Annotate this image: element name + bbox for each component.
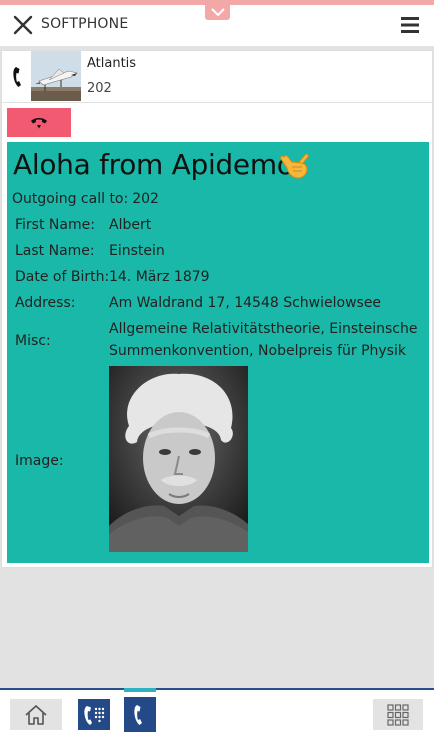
contact-photo [31, 51, 81, 101]
hangup-button[interactable] [7, 108, 71, 137]
active-call-button[interactable] [124, 697, 156, 732]
dialpad-phone-icon [84, 705, 105, 725]
chevron-down-icon [210, 8, 225, 17]
last-name-label: Last Name: [15, 243, 95, 259]
contact-info-card: Aloha from Apidemo Outgoing call to: 202 … [7, 142, 429, 563]
contact-number: 202 [87, 81, 112, 96]
image-label: Image: [15, 453, 64, 469]
hangup-icon [31, 117, 47, 128]
space-shuttle-image [31, 51, 81, 101]
address-label: Address: [15, 295, 76, 311]
contact-portrait-image [109, 366, 248, 552]
first-name-label: First Name: [15, 217, 95, 233]
card-heading: Aloha from Apidemo [13, 148, 294, 181]
first-name-value: Albert [109, 217, 152, 233]
outgoing-number: 202 [132, 191, 159, 207]
call-panel: Atlantis 202 Aloha from Apidemo Outgoing… [1, 50, 433, 568]
contact-name: Atlantis [87, 56, 137, 71]
panel-toggle-handle[interactable] [205, 5, 230, 20]
close-icon[interactable] [12, 14, 34, 36]
misc-label: Misc: [15, 333, 51, 349]
keypad-button[interactable] [373, 699, 423, 730]
outgoing-label: Outgoing call to: [12, 191, 129, 207]
active-call-row[interactable]: Atlantis 202 [2, 51, 432, 103]
home-icon [25, 704, 47, 725]
dialpad-button[interactable] [78, 699, 110, 730]
active-tab-indicator [124, 688, 156, 692]
bottom-nav [0, 688, 434, 740]
last-name-value: Einstein [109, 243, 165, 259]
keypad-grid-icon [387, 703, 409, 726]
app-title: SOFTPHONE [41, 16, 129, 32]
hamburger-menu-icon[interactable] [400, 15, 420, 35]
misc-value: Allgemeine Relativitätstheorie, Einstein… [109, 321, 418, 359]
address-value: Am Waldrand 17, 14548 Schwielowsee [109, 295, 382, 311]
call-me-hand-emoji [280, 153, 309, 179]
phone-icon [13, 67, 21, 87]
outgoing-call-line: Outgoing call to: 202 [12, 191, 159, 207]
home-button[interactable] [10, 699, 62, 730]
phone-icon [134, 704, 142, 725]
dob-label: Date of Birth: [15, 269, 110, 285]
dob-value: 14. März 1879 [109, 269, 210, 285]
